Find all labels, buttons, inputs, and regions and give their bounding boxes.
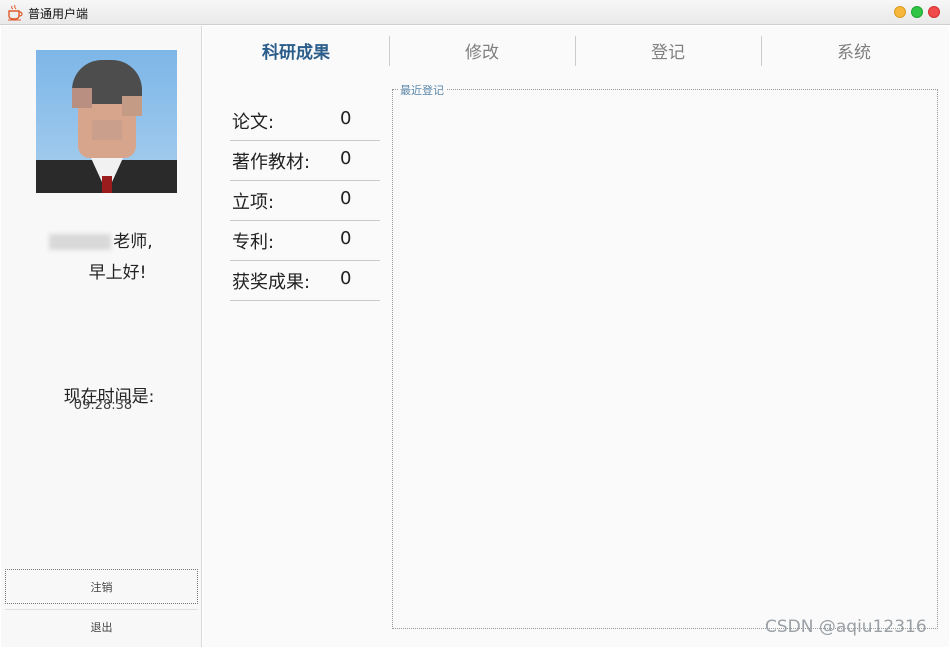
exit-button[interactable]: 退出: [5, 609, 198, 644]
title-bar: 普通用户端: [0, 0, 950, 25]
avatar: [36, 50, 177, 193]
stat-label: 立项:: [232, 192, 275, 213]
tab-system[interactable]: 系统: [761, 26, 947, 80]
user-sidebar: 老师, 早上好! 现在时间是: 09:28:38 注销 退出: [1, 26, 202, 647]
blurred-name: [49, 234, 112, 250]
stat-row-papers: 论文: 0: [230, 101, 380, 141]
greeting-suffix: 老师,: [113, 232, 153, 252]
stat-label: 著作教材:: [232, 152, 311, 173]
stat-row-patents: 专利: 0: [230, 221, 380, 261]
stat-value: 0: [340, 268, 352, 289]
stat-row-projects: 立项: 0: [230, 181, 380, 221]
window-title: 普通用户端: [28, 7, 89, 21]
minimize-button[interactable]: [894, 6, 906, 18]
tab-research-results[interactable]: 科研成果: [203, 26, 389, 80]
time-value: 09:28:38: [73, 398, 133, 410]
stat-row-awards: 获奖成果: 0: [230, 261, 380, 301]
tab-modify[interactable]: 修改: [389, 26, 575, 80]
stat-value: 0: [340, 108, 352, 129]
recent-registrations-panel: 最近登记: [392, 82, 938, 629]
java-cup-icon: [8, 4, 23, 21]
research-results-panel: 论文: 0 著作教材: 0 立项: 0 专利: 0 获奖成果: 0 最近登记: [203, 80, 949, 647]
close-button[interactable]: [928, 6, 940, 18]
stat-label: 专利:: [232, 232, 275, 253]
tab-register[interactable]: 登记: [575, 26, 761, 80]
watermark: CSDN @aqiu12316: [765, 617, 927, 637]
teacher-greeting: 老师,: [1, 227, 201, 252]
logout-button[interactable]: 注销: [5, 569, 198, 604]
stat-value: 0: [340, 188, 352, 209]
maximize-button[interactable]: [911, 6, 923, 18]
stat-label: 获奖成果:: [232, 272, 311, 293]
stat-label: 论文:: [232, 112, 275, 133]
main-tabs: 科研成果 修改 登记 系统: [203, 26, 949, 80]
stat-value: 0: [340, 148, 352, 169]
recent-registrations-title: 最近登记: [398, 82, 446, 98]
stat-row-books: 著作教材: 0: [230, 141, 380, 181]
greeting-message: 早上好!: [88, 263, 147, 283]
stat-value: 0: [340, 228, 352, 249]
